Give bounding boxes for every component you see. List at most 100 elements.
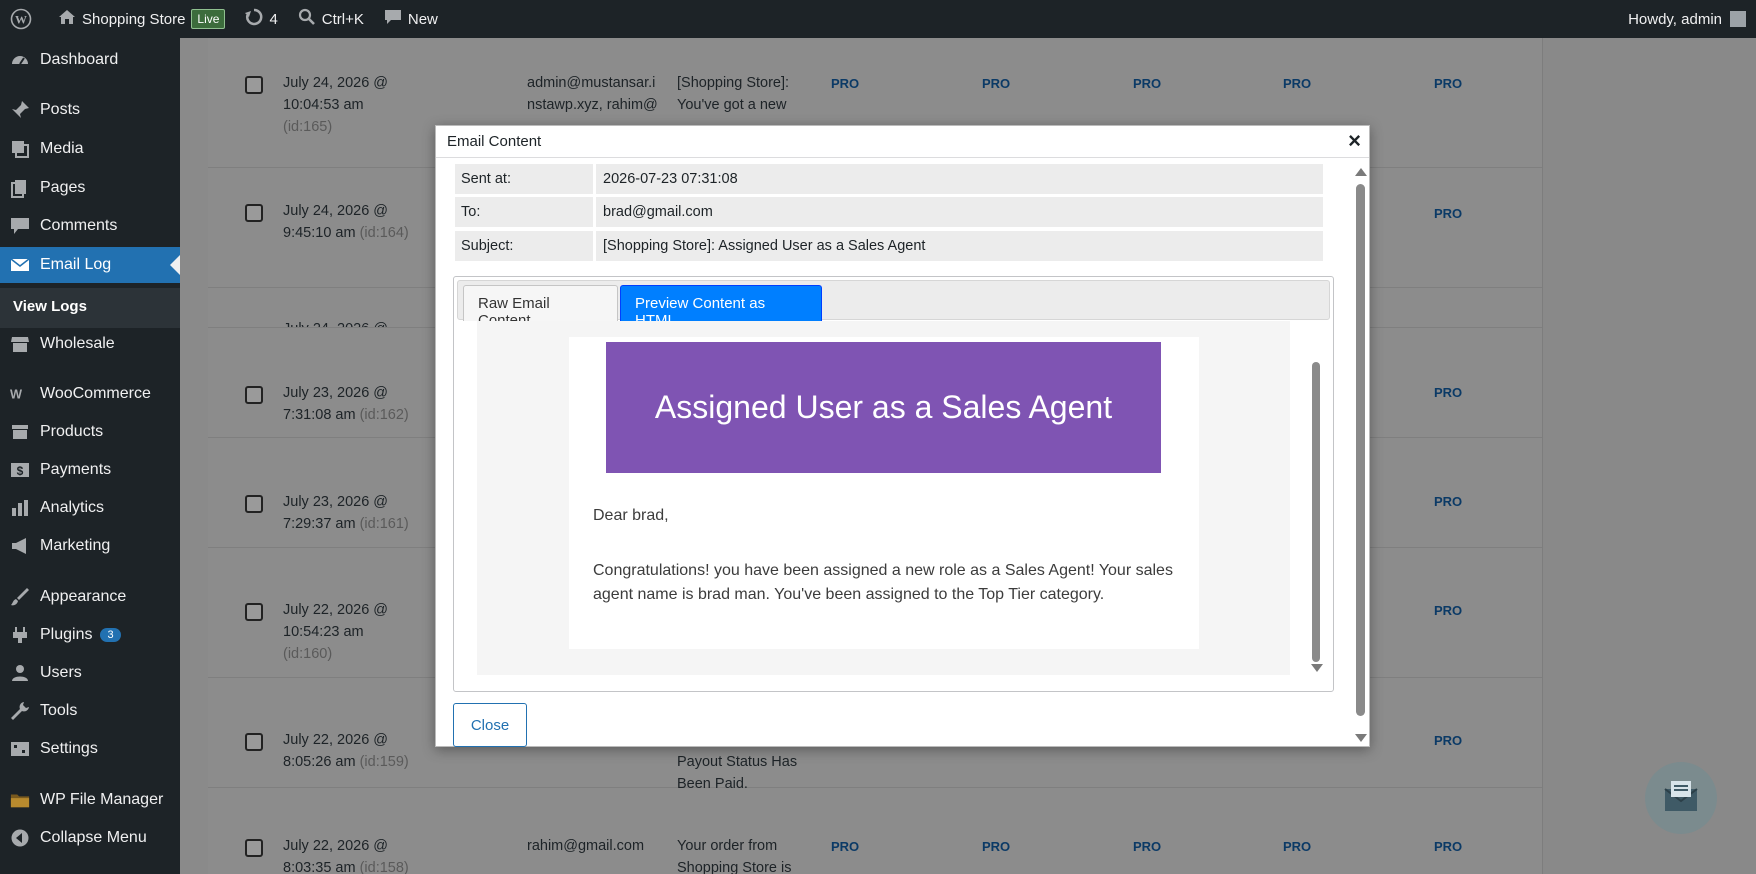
scroll-down-arrow-icon[interactable] xyxy=(1311,664,1323,672)
svg-text:$: $ xyxy=(17,464,24,478)
row-date: July 24, 2026 @ 9:45:10 am (id:164) xyxy=(283,203,409,241)
row-date: July 22, 2026 @ 8:03:35 am (id:158) xyxy=(283,838,409,874)
content-tabs: Raw Email Content Preview Content as HTM… xyxy=(453,276,1334,692)
sidebar-item-appearance[interactable]: Appearance xyxy=(0,579,180,615)
sidebar-item-label: Payments xyxy=(40,461,112,478)
sidebar-item-products[interactable]: Products xyxy=(0,414,180,450)
folder-icon xyxy=(10,790,30,810)
sidebar-item-label: Comments xyxy=(40,217,118,234)
meta-row-to: To: brad@gmail.com xyxy=(455,197,1323,227)
sidebar-item-label: Media xyxy=(40,140,84,157)
sidebar-item-analytics[interactable]: Analytics xyxy=(0,490,180,526)
svg-text:W: W xyxy=(15,13,27,27)
modal-title: Email Content xyxy=(447,133,542,150)
site-name-link[interactable]: Shopping Store Live xyxy=(48,0,235,38)
command-palette-link[interactable]: Ctrl+K xyxy=(288,0,374,38)
sidebar-item-wp-file-manager[interactable]: WP File Manager xyxy=(0,782,180,818)
row-checkbox[interactable] xyxy=(245,204,263,222)
admin-bar: W Shopping Store Live 4 Ctrl+K New Howdy… xyxy=(0,0,1756,38)
email-heading: Assigned User as a Sales Agent xyxy=(606,342,1161,473)
meta-key: Sent at: xyxy=(455,164,593,194)
row-checkbox[interactable] xyxy=(245,76,263,94)
row-email: admin@mustansar.instawp.xyz, rahim@gmail… xyxy=(527,75,658,113)
scroll-up-arrow-icon[interactable] xyxy=(1355,168,1367,176)
sidebar-item-label: Products xyxy=(40,423,104,440)
close-icon[interactable]: × xyxy=(1348,130,1361,152)
preview-scrollbar[interactable] xyxy=(1309,322,1323,676)
row-date: July 22, 2026 @ 8:05:26 am (id:159) xyxy=(283,732,409,770)
sidebar-item-dashboard[interactable]: Dashboard xyxy=(0,42,180,78)
scrollbar-thumb[interactable] xyxy=(1312,362,1320,662)
submenu-item-view-logs[interactable]: View Logs xyxy=(13,298,87,315)
meta-value: 2026-07-23 07:31:08 xyxy=(596,164,1323,194)
sidebar-item-label: Plugins xyxy=(40,626,93,643)
envelope-chat-icon xyxy=(1661,779,1701,818)
meta-value: [Shopping Store]: Assigned User as a Sal… xyxy=(596,231,1323,261)
sidebar-item-email-log[interactable]: Email Log xyxy=(0,247,180,283)
sidebar-item-label: Wholesale xyxy=(40,335,115,352)
sidebar-item-label: Tools xyxy=(40,702,78,719)
sidebar-item-label: Email Log xyxy=(40,256,112,273)
row-date: July 22, 2026 @ 10:54:23 am (id:160) xyxy=(283,602,389,662)
updates-icon xyxy=(245,8,269,30)
live-badge: Live xyxy=(191,9,226,29)
avatar xyxy=(1730,11,1746,27)
pro-label: PRO xyxy=(1434,76,1463,91)
pages-icon xyxy=(10,178,30,198)
row-checkbox[interactable] xyxy=(245,733,263,751)
archive-icon xyxy=(10,422,30,442)
dashboard-icon xyxy=(10,50,30,70)
meta-row-subject: Subject: [Shopping Store]: Assigned User… xyxy=(455,231,1323,261)
scroll-down-arrow-icon[interactable] xyxy=(1355,734,1367,742)
row-date: July 23, 2026 @ 7:29:37 am (id:161) xyxy=(283,494,409,532)
row-checkbox[interactable] xyxy=(245,386,263,404)
sidebar-item-label: Analytics xyxy=(40,499,105,516)
tab-preview-html[interactable]: Preview Content as HTML xyxy=(620,285,822,329)
row-checkbox[interactable] xyxy=(245,495,263,513)
new-content-link[interactable]: New xyxy=(374,0,448,38)
megaphone-icon xyxy=(10,536,30,556)
pro-label: PRO xyxy=(1434,733,1463,748)
scrollbar-thumb[interactable] xyxy=(1356,184,1365,716)
pro-label: PRO xyxy=(1434,494,1463,509)
wordpress-logo-icon[interactable]: W xyxy=(0,0,48,38)
pin-icon xyxy=(10,100,30,120)
pro-label: PRO xyxy=(831,839,860,854)
search-shortcut: Ctrl+K xyxy=(321,10,364,28)
svg-text:W: W xyxy=(10,387,22,401)
sidebar-item-payments[interactable]: $ Payments xyxy=(0,452,180,488)
sidebar-item-settings[interactable]: Settings xyxy=(0,731,180,767)
sidebar-item-pages[interactable]: Pages xyxy=(0,170,180,206)
sidebar-item-comments[interactable]: Comments xyxy=(0,208,180,244)
tab-raw-email-content[interactable]: Raw Email Content xyxy=(463,285,618,329)
pro-label: PRO xyxy=(1434,603,1463,618)
sidebar-item-woocommerce[interactable]: W WooCommerce xyxy=(0,376,180,412)
close-button[interactable]: Close xyxy=(453,703,527,747)
chat-widget-button[interactable] xyxy=(1645,762,1717,834)
email-body: Congratulations! you have been assigned … xyxy=(593,562,1173,603)
sidebar-item-posts[interactable]: Posts xyxy=(0,92,180,128)
sidebar-item-marketing[interactable]: Marketing xyxy=(0,528,180,564)
sidebar-item-media[interactable]: Media xyxy=(0,131,180,167)
settings-icon xyxy=(10,739,30,759)
sidebar-item-label: Pages xyxy=(40,179,86,196)
sidebar-item-wholesale[interactable]: Wholesale xyxy=(0,326,180,362)
account-menu[interactable]: Howdy, admin xyxy=(1628,11,1756,28)
pro-label: PRO xyxy=(982,839,1011,854)
updates-link[interactable]: 4 xyxy=(235,0,287,38)
search-icon xyxy=(298,8,322,30)
sidebar-item-tools[interactable]: Tools xyxy=(0,693,180,729)
tab-bar: Raw Email Content Preview Content as HTM… xyxy=(457,280,1330,329)
row-subject: Your order from Shopping Store is xyxy=(677,838,792,874)
sidebar-item-collapse-menu[interactable]: Collapse Menu xyxy=(0,820,180,856)
row-checkbox[interactable] xyxy=(245,603,263,621)
sidebar-item-plugins[interactable]: Plugins 3 xyxy=(0,617,180,653)
pro-label: PRO xyxy=(1434,385,1463,400)
brush-icon xyxy=(10,587,30,607)
user-icon xyxy=(10,663,30,683)
row-checkbox[interactable] xyxy=(245,839,263,857)
row-date: July 24, 2026 @ 10:04:53 am (id:165) xyxy=(283,75,389,135)
sidebar-item-users[interactable]: Users xyxy=(0,655,180,691)
modal-scrollbar[interactable] xyxy=(1353,166,1367,744)
plugins-update-badge: 3 xyxy=(100,628,121,642)
